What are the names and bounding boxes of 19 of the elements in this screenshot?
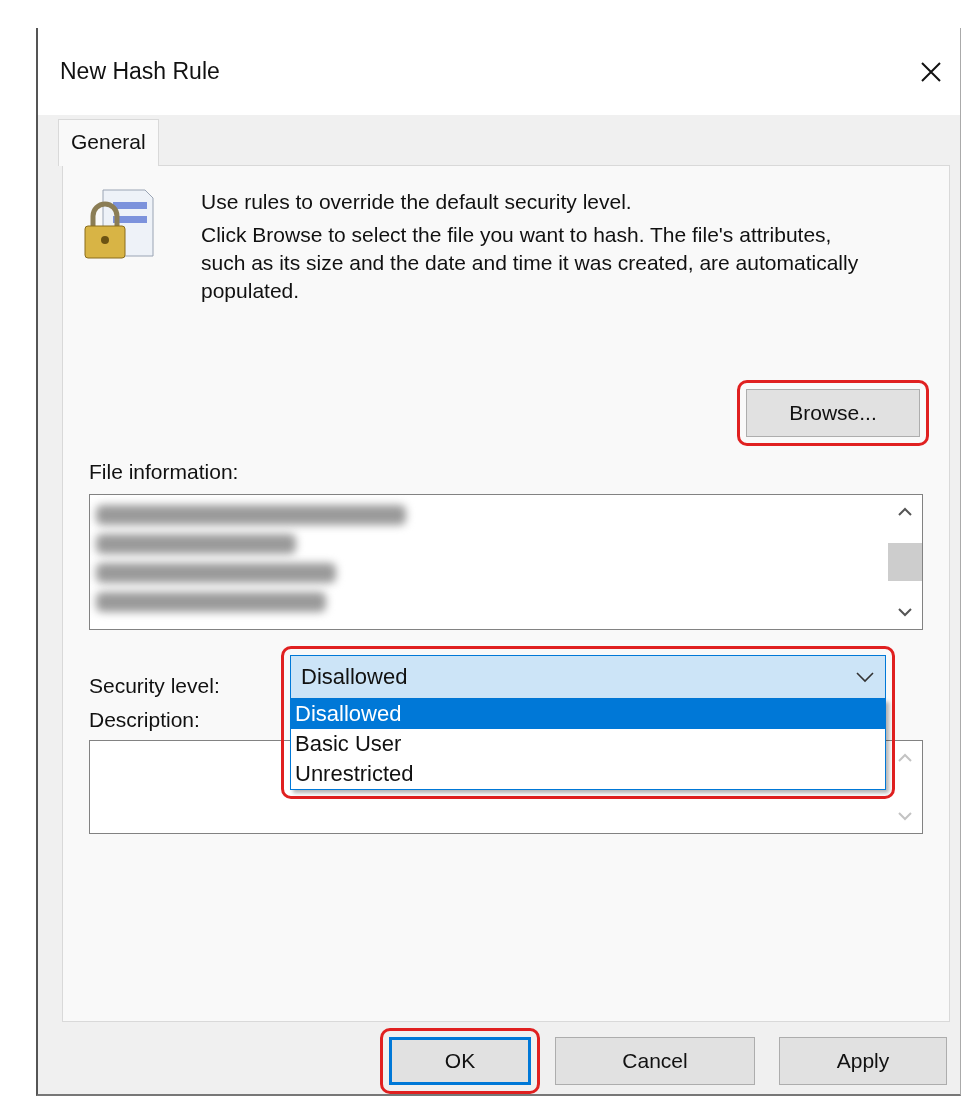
close-icon[interactable] <box>920 60 942 83</box>
dialog-button[interactable]: Cancel <box>555 1037 755 1085</box>
dropdown-value: Disallowed <box>301 664 408 691</box>
security-level-dropdown[interactable]: Disallowed <box>290 655 886 700</box>
intro-text: Use rules to override the default security level. <box>201 189 633 216</box>
caret-icon <box>855 671 875 684</box>
browse-button[interactable]: Browse... <box>746 389 920 438</box>
dialog-button[interactable]: Apply <box>779 1037 947 1085</box>
scrollbar-thumb[interactable] <box>888 543 922 582</box>
description-label: Description: <box>89 708 200 733</box>
file-information-label: File information: <box>89 460 239 485</box>
dropdown-option[interactable]: Unrestricted <box>291 759 885 790</box>
intro-text: Click Browse to select the file you want to hash. The file's attributes, such as its size and the date and time it was created, are automatically populated. <box>201 222 860 305</box>
dropdown-option[interactable]: Disallowed <box>291 699 885 730</box>
security-level-label: Security level: <box>89 673 221 699</box>
dialog-button[interactable]: OK <box>389 1037 531 1085</box>
dropdown-option[interactable]: Basic User <box>291 729 885 760</box>
window-title: New Hash Rule <box>60 58 220 86</box>
tab[interactable]: General <box>58 119 159 167</box>
